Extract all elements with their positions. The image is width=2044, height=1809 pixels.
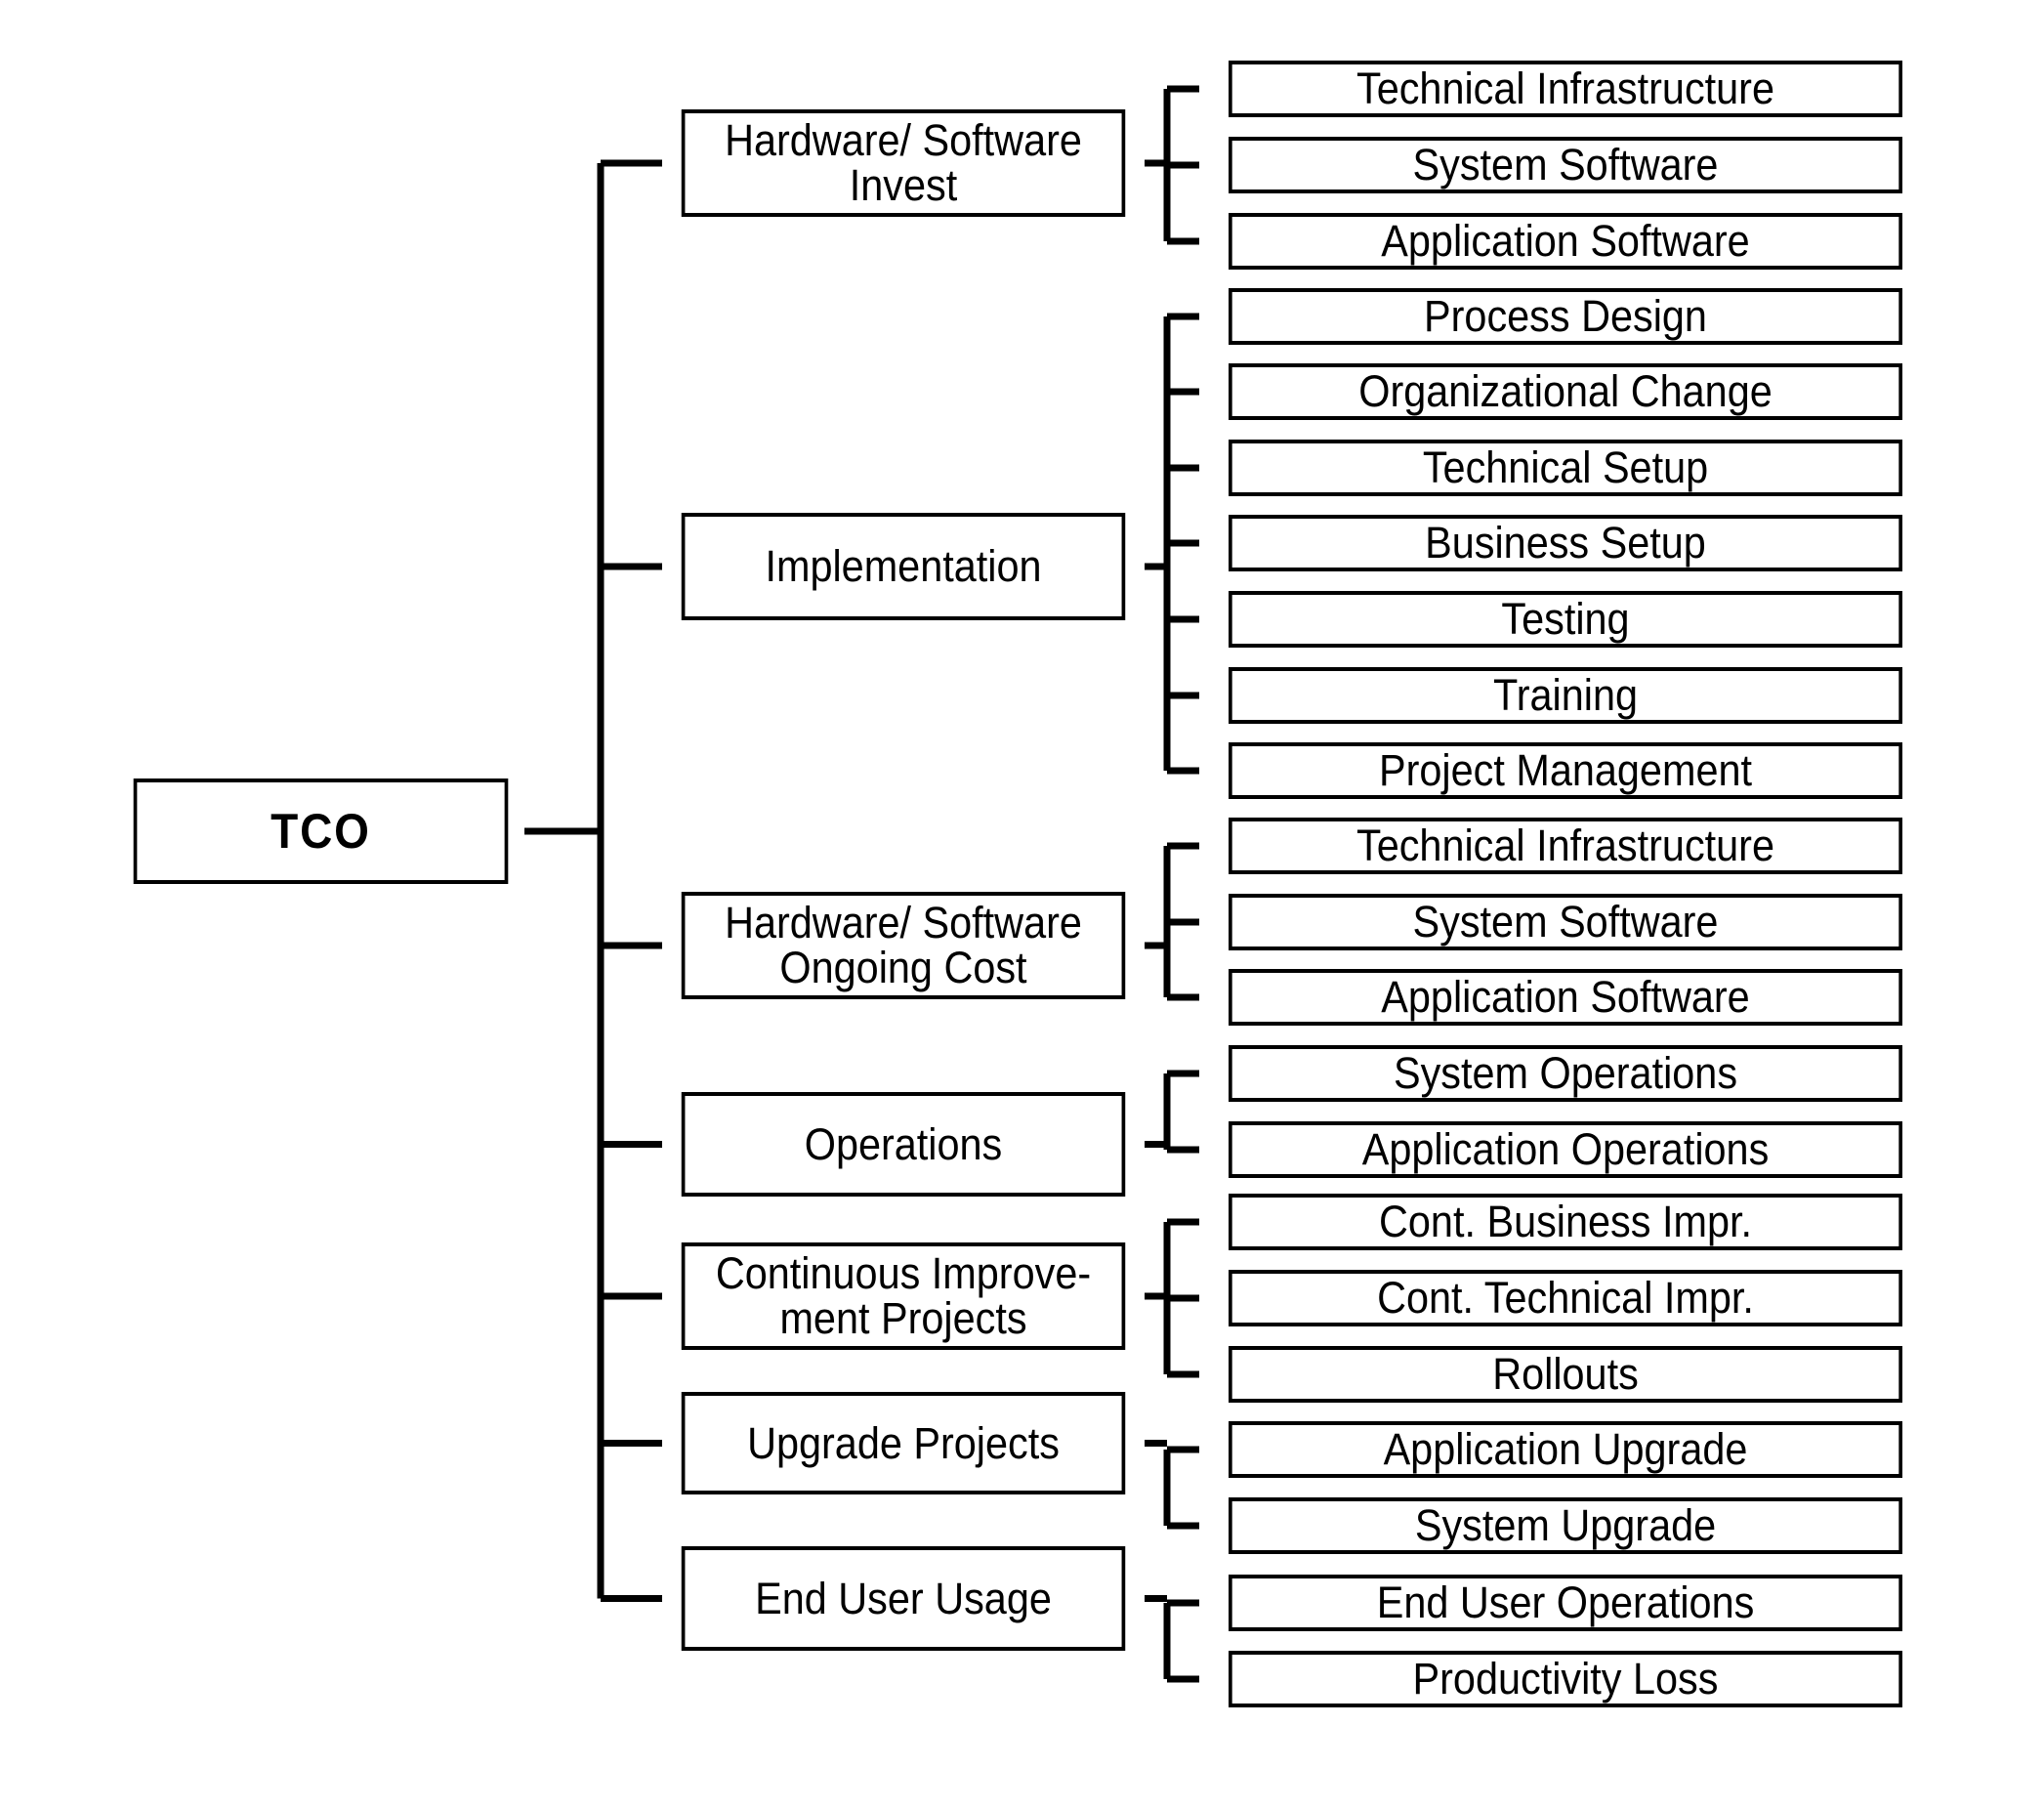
node-l3-continuous-improve-ment-projects-cont-technical-impr: Cont. Technical Impr. <box>1229 1270 1902 1326</box>
node-l3-upgrade-projects-application-upgrade: Application Upgrade <box>1229 1421 1902 1478</box>
node-l3-end-user-usage-productivity-loss-label: Productivity Loss <box>1412 1654 1719 1704</box>
node-l3-implementation-organizational-change-label: Organizational Change <box>1358 366 1773 417</box>
node-l3-implementation-technical-setup: Technical Setup <box>1229 440 1902 496</box>
node-l2-end-user-usage-label: End User Usage <box>755 1573 1052 1623</box>
node-root-tco-label: TCO <box>271 803 371 859</box>
node-l2-upgrade-projects: Upgrade Projects <box>681 1392 1126 1494</box>
node-l2-continuous-improve-ment-projects: Continuous Improve- ment Projects <box>681 1242 1126 1350</box>
node-l2-implementation-label: Implementation <box>765 541 1042 592</box>
node-l3-operations-application-operations: Application Operations <box>1229 1121 1902 1178</box>
node-l3-implementation-business-setup-label: Business Setup <box>1425 518 1706 568</box>
node-l3-hardware-software-invest-technical-infrastructure-label: Technical Infrastructure <box>1356 63 1775 114</box>
node-l3-implementation-technical-setup-label: Technical Setup <box>1422 442 1709 493</box>
node-l3-end-user-usage-end-user-operations-label: End User Operations <box>1376 1578 1755 1628</box>
node-l2-upgrade-projects-label: Upgrade Projects <box>747 1417 1060 1468</box>
node-l3-implementation-testing-label: Testing <box>1501 594 1630 645</box>
node-l3-upgrade-projects-system-upgrade: System Upgrade <box>1229 1497 1902 1554</box>
node-l3-continuous-improve-ment-projects-cont-business-impr-label: Cont. Business Impr. <box>1379 1197 1752 1247</box>
node-l3-end-user-usage-productivity-loss: Productivity Loss <box>1229 1651 1902 1707</box>
node-l3-operations-system-operations: System Operations <box>1229 1045 1902 1102</box>
node-l2-end-user-usage: End User Usage <box>681 1546 1126 1651</box>
node-l3-hardware-software-ongoing-cost-application-software: Application Software <box>1229 969 1902 1026</box>
node-l2-hardware-software-invest: Hardware/ Software Invest <box>681 109 1126 217</box>
node-l3-hardware-software-invest-application-software: Application Software <box>1229 213 1902 270</box>
node-l2-hardware-software-invest-label: Hardware/ Software Invest <box>725 115 1082 210</box>
node-l3-implementation-organizational-change: Organizational Change <box>1229 363 1902 420</box>
node-l3-continuous-improve-ment-projects-rollouts: Rollouts <box>1229 1346 1902 1403</box>
node-l3-implementation-process-design-label: Process Design <box>1424 291 1707 342</box>
node-l3-upgrade-projects-application-upgrade-label: Application Upgrade <box>1383 1424 1748 1475</box>
node-l3-implementation-project-management: Project Management <box>1229 742 1902 799</box>
node-l3-implementation-project-management-label: Project Management <box>1378 745 1753 796</box>
node-l3-hardware-software-ongoing-cost-system-software: System Software <box>1229 894 1902 950</box>
node-l3-continuous-improve-ment-projects-rollouts-label: Rollouts <box>1492 1349 1639 1400</box>
node-root-tco: TCO <box>133 778 509 884</box>
node-l3-implementation-training-label: Training <box>1492 670 1639 721</box>
node-l3-hardware-software-ongoing-cost-technical-infrastructure-label: Technical Infrastructure <box>1356 820 1775 871</box>
node-l3-hardware-software-invest-application-software-label: Application Software <box>1381 216 1750 267</box>
node-l3-operations-system-operations-label: System Operations <box>1393 1048 1738 1099</box>
node-l2-continuous-improve-ment-projects-label: Continuous Improve- ment Projects <box>715 1248 1092 1343</box>
node-l3-hardware-software-ongoing-cost-system-software-label: System Software <box>1412 897 1719 947</box>
node-l3-hardware-software-ongoing-cost-technical-infrastructure: Technical Infrastructure <box>1229 818 1902 874</box>
node-l3-implementation-testing: Testing <box>1229 591 1902 648</box>
node-l3-implementation-training: Training <box>1229 667 1902 724</box>
node-l2-implementation: Implementation <box>681 513 1126 620</box>
node-l2-hardware-software-ongoing-cost-label: Hardware/ Software Ongoing Cost <box>725 898 1082 992</box>
node-l3-upgrade-projects-system-upgrade-label: System Upgrade <box>1414 1500 1717 1551</box>
node-l2-hardware-software-ongoing-cost: Hardware/ Software Ongoing Cost <box>681 892 1126 999</box>
tco-breakdown-diagram: TCO Hardware/ Software Invest Technical In… <box>0 0 2044 1809</box>
node-l3-hardware-software-ongoing-cost-application-software-label: Application Software <box>1381 972 1750 1023</box>
node-l2-operations-label: Operations <box>804 1118 1003 1169</box>
node-l3-hardware-software-invest-system-software-label: System Software <box>1412 140 1719 190</box>
node-l3-implementation-process-design: Process Design <box>1229 288 1902 345</box>
node-l3-continuous-improve-ment-projects-cont-business-impr: Cont. Business Impr. <box>1229 1194 1902 1250</box>
node-l3-hardware-software-invest-system-software: System Software <box>1229 137 1902 193</box>
node-l2-operations: Operations <box>681 1092 1126 1197</box>
node-l3-end-user-usage-end-user-operations: End User Operations <box>1229 1575 1902 1631</box>
node-l3-hardware-software-invest-technical-infrastructure: Technical Infrastructure <box>1229 61 1902 117</box>
node-l3-implementation-business-setup: Business Setup <box>1229 515 1902 571</box>
node-l3-continuous-improve-ment-projects-cont-technical-impr-label: Cont. Technical Impr. <box>1377 1273 1754 1324</box>
node-l3-operations-application-operations-label: Application Operations <box>1361 1124 1770 1175</box>
